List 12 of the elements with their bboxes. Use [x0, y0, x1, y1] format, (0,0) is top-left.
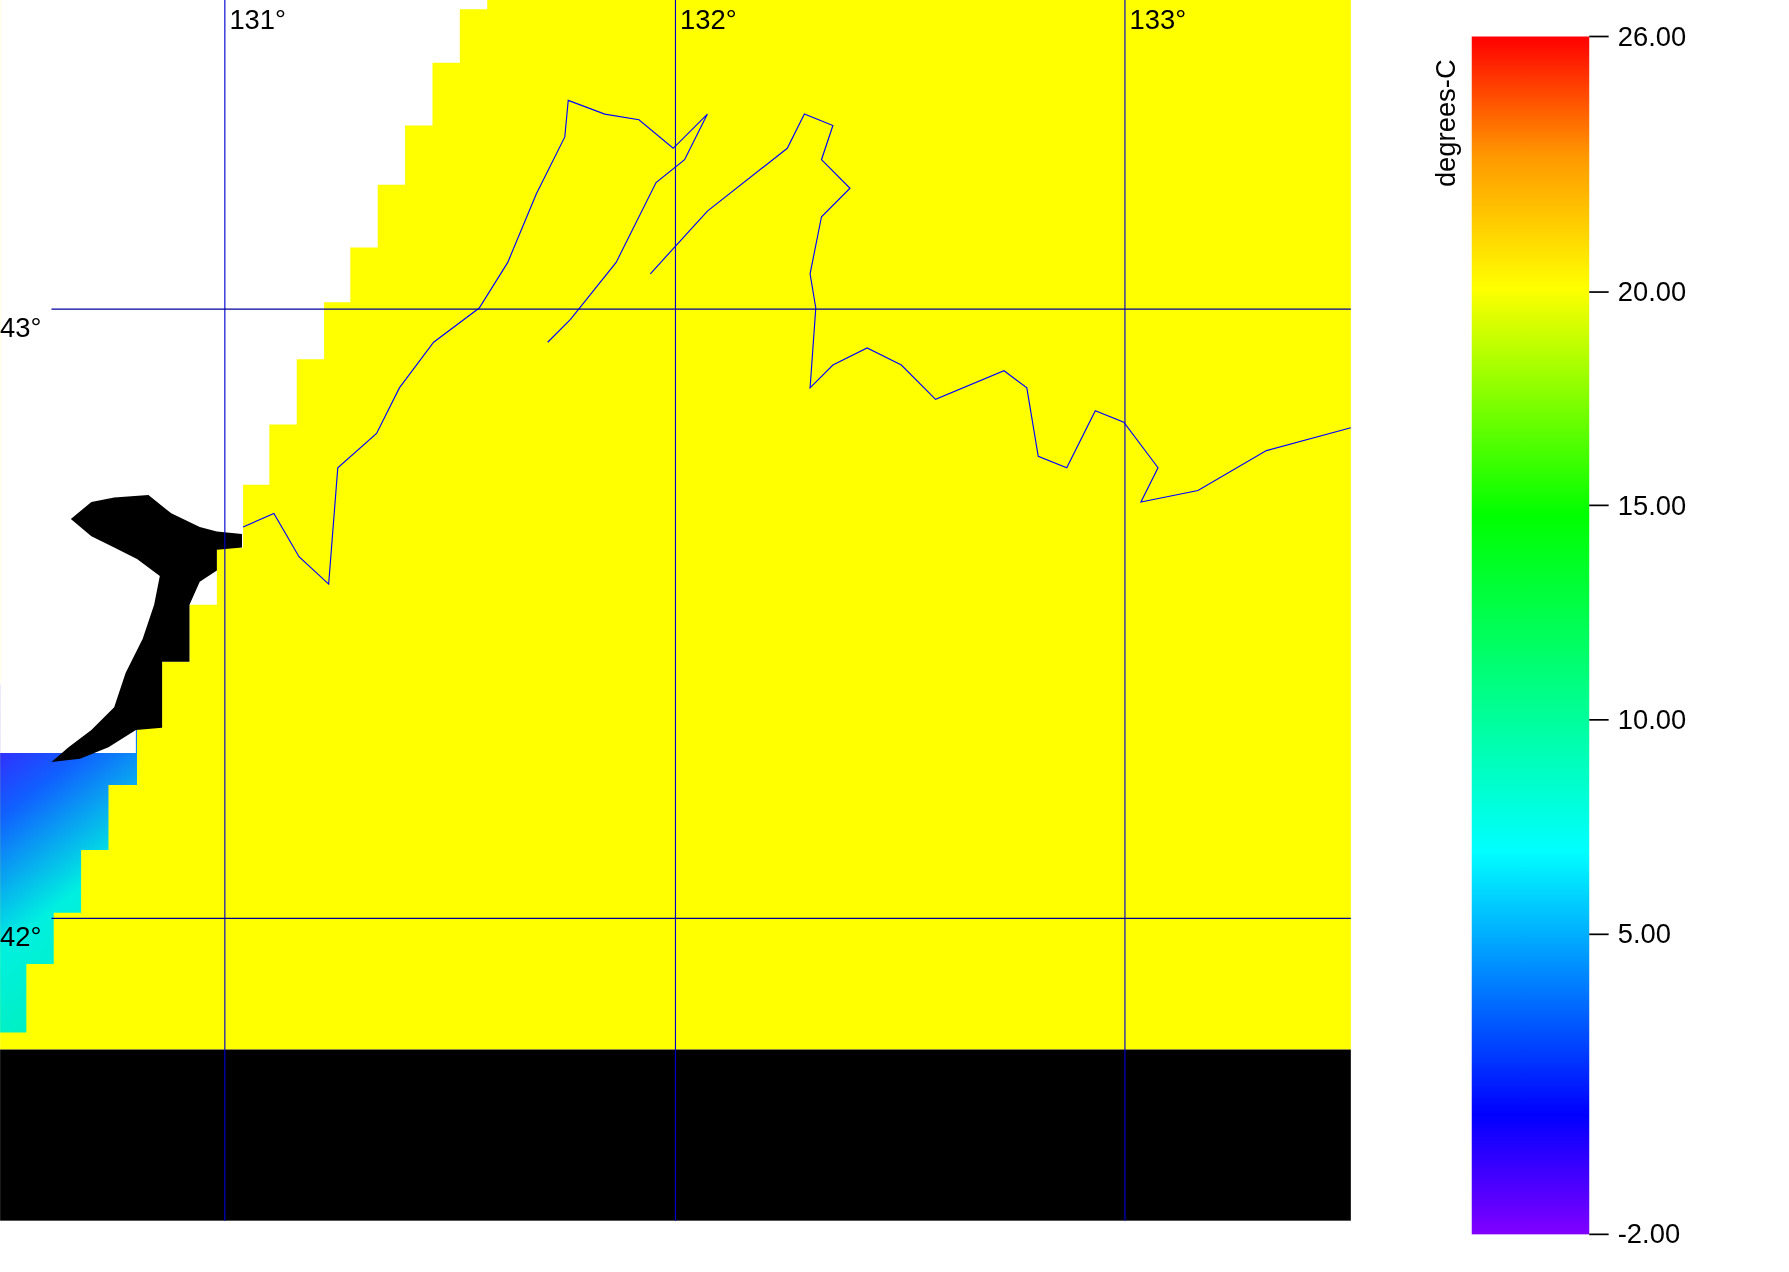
- longitude-label: 131°: [229, 3, 286, 35]
- colorbar-tick-label: 15.00: [1617, 489, 1687, 521]
- longitude-label: 132°: [680, 3, 737, 35]
- colorbar-tick-label: 26.00: [1617, 20, 1687, 52]
- latitude-label: 42°: [0, 920, 42, 952]
- colorbar-tick-label: 10.00: [1617, 704, 1687, 735]
- colorbar-tick-label: 20.00: [1617, 276, 1687, 308]
- latitude-label: 43°: [0, 311, 42, 343]
- colorbar-tick-label: -2.00: [1617, 1218, 1681, 1250]
- colorbar-tick-label: 5.00: [1617, 918, 1671, 950]
- colorbar-title: degrees-C: [1429, 59, 1461, 188]
- longitude-label: 133°: [1129, 3, 1187, 35]
